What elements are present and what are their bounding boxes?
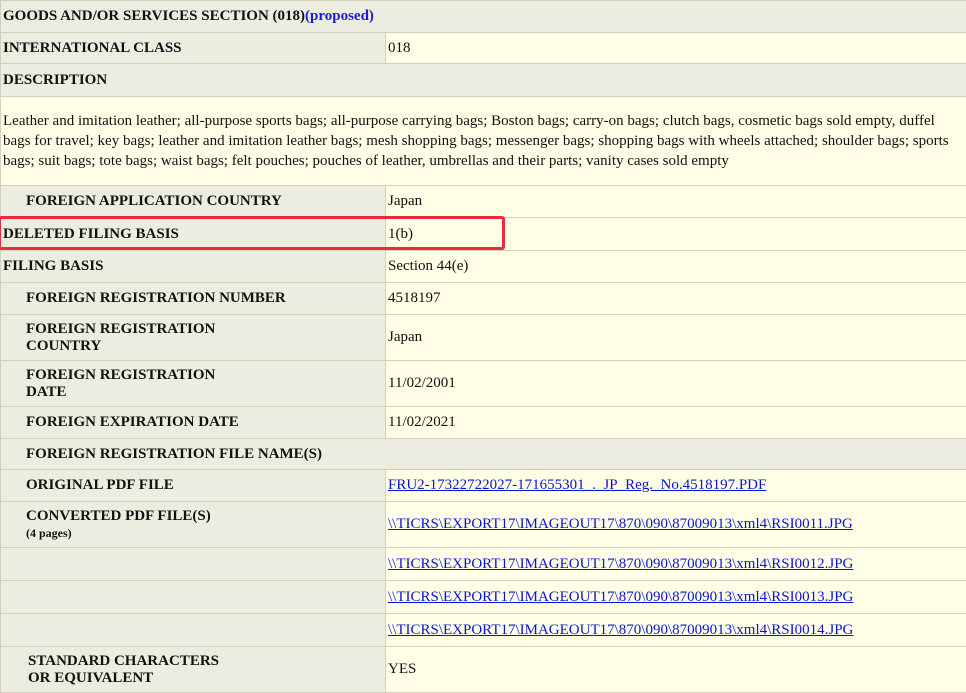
standard-characters-label-line2: OR EQUIVALENT [28,669,154,686]
converted-pdf-row-2: \\TICRS\EXPORT17\IMAGEOUT17\870\090\8700… [0,547,966,581]
description-text: Leather and imitation leather; all-purpo… [0,96,966,186]
form-page: GOODS AND/OR SERVICES SECTION (018)(prop… [0,0,966,693]
foreign-application-country-row: FOREIGN APPLICATION COUNTRY Japan [0,185,966,218]
foreign-registration-number-label: FOREIGN REGISTRATION NUMBER [0,282,386,315]
description-label: DESCRIPTION [0,63,966,97]
original-pdf-cell: FRU2-17322722027-171655301_._JP_Reg._No.… [385,469,966,502]
converted-pdf-link-1[interactable]: \\TICRS\EXPORT17\IMAGEOUT17\870\090\8700… [388,516,853,532]
international-class-value: 018 [385,32,966,64]
original-pdf-label: ORIGINAL PDF FILE [0,469,386,502]
description-row: Leather and imitation leather; all-purpo… [0,96,966,186]
converted-pdf-link-2[interactable]: \\TICRS\EXPORT17\IMAGEOUT17\870\090\8700… [388,556,853,572]
proposed-tag: (proposed) [305,8,374,24]
converted-pdf-row-4: \\TICRS\EXPORT17\IMAGEOUT17\870\090\8700… [0,613,966,647]
filing-basis-label: FILING BASIS [0,250,386,283]
converted-pdf-label-text: CONVERTED PDF FILE(S) [26,507,211,524]
foreign-registration-date-label-line2: DATE [26,383,67,400]
foreign-application-country-value: Japan [385,185,966,218]
foreign-registration-number-value: 4518197 [385,282,966,315]
section-header: GOODS AND/OR SERVICES SECTION (018)(prop… [0,0,966,33]
converted-pdf-pages: (4 pages) [26,525,72,540]
deleted-filing-basis-row: DELETED FILING BASIS 1(b) [0,217,966,251]
converted-pdf-cell-4: \\TICRS\EXPORT17\IMAGEOUT17\870\090\8700… [385,613,966,647]
description-label-row: DESCRIPTION [0,63,966,97]
converted-pdf-label: CONVERTED PDF FILE(S) (4 pages) [0,501,386,548]
section-header-row: GOODS AND/OR SERVICES SECTION (018)(prop… [0,0,966,33]
file-names-label: FOREIGN REGISTRATION FILE NAME(S) [0,438,966,470]
foreign-registration-date-label: FOREIGN REGISTRATION DATE [0,360,386,407]
foreign-registration-country-value: Japan [385,314,966,361]
converted-pdf-cell-3: \\TICRS\EXPORT17\IMAGEOUT17\870\090\8700… [385,580,966,614]
converted-pdf-cell-2: \\TICRS\EXPORT17\IMAGEOUT17\870\090\8700… [385,547,966,581]
foreign-expiration-date-row: FOREIGN EXPIRATION DATE 11/02/2021 [0,406,966,439]
foreign-registration-country-label-line2: COUNTRY [26,337,102,354]
converted-pdf-link-3[interactable]: \\TICRS\EXPORT17\IMAGEOUT17\870\090\8700… [388,589,853,605]
converted-pdf-empty-4 [0,613,386,647]
foreign-registration-number-row: FOREIGN REGISTRATION NUMBER 4518197 [0,282,966,315]
foreign-application-country-label: FOREIGN APPLICATION COUNTRY [0,185,386,218]
converted-pdf-cell-1: \\TICRS\EXPORT17\IMAGEOUT17\870\090\8700… [385,501,966,548]
section-title: GOODS AND/OR SERVICES SECTION (018) [3,8,306,24]
standard-characters-label: STANDARD CHARACTERS OR EQUIVALENT [0,646,386,693]
converted-pdf-row-1: CONVERTED PDF FILE(S) (4 pages) \\TICRS\… [0,501,966,548]
foreign-registration-date-row: FOREIGN REGISTRATION DATE 11/02/2001 [0,360,966,407]
foreign-registration-date-value: 11/02/2001 [385,360,966,407]
file-names-row: FOREIGN REGISTRATION FILE NAME(S) [0,438,966,470]
foreign-registration-country-label: FOREIGN REGISTRATION COUNTRY [0,314,386,361]
standard-characters-row: STANDARD CHARACTERS OR EQUIVALENT YES [0,646,966,693]
standard-characters-label-line1: STANDARD CHARACTERS [28,652,219,669]
standard-characters-value: YES [385,646,966,693]
converted-pdf-empty-3 [0,580,386,614]
filing-basis-row: FILING BASIS Section 44(e) [0,250,966,283]
international-class-label: INTERNATIONAL CLASS [0,32,386,64]
original-pdf-row: ORIGINAL PDF FILE FRU2-17322722027-17165… [0,469,966,502]
converted-pdf-row-3: \\TICRS\EXPORT17\IMAGEOUT17\870\090\8700… [0,580,966,614]
converted-pdf-empty-2 [0,547,386,581]
foreign-expiration-date-value: 11/02/2021 [385,406,966,439]
international-class-row: INTERNATIONAL CLASS 018 [0,32,966,64]
deleted-filing-basis-value: 1(b) [385,217,966,251]
original-pdf-link[interactable]: FRU2-17322722027-171655301_._JP_Reg._No.… [388,477,766,493]
foreign-expiration-date-label: FOREIGN EXPIRATION DATE [0,406,386,439]
converted-pdf-link-4[interactable]: \\TICRS\EXPORT17\IMAGEOUT17\870\090\8700… [388,622,853,638]
goods-services-table: GOODS AND/OR SERVICES SECTION (018)(prop… [0,0,966,693]
deleted-filing-basis-label: DELETED FILING BASIS [0,217,386,251]
foreign-registration-country-row: FOREIGN REGISTRATION COUNTRY Japan [0,314,966,361]
foreign-registration-country-label-line1: FOREIGN REGISTRATION [26,320,216,337]
filing-basis-value: Section 44(e) [385,250,966,283]
foreign-registration-date-label-line1: FOREIGN REGISTRATION [26,366,216,383]
